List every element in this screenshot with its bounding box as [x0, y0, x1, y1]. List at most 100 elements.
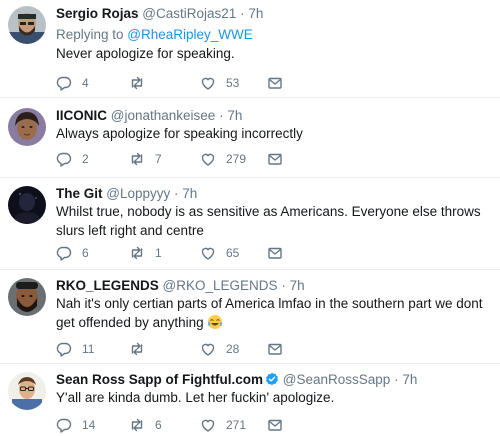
user-handle[interactable]: @Loppyyy: [106, 186, 170, 201]
tweet-text-content: Nah it's only certian parts of America l…: [56, 296, 483, 330]
reply-button[interactable]: 2: [56, 151, 89, 167]
tweet-actions: 4 53: [56, 75, 486, 91]
like-button[interactable]: 65: [200, 245, 239, 261]
replying-to-link[interactable]: @RheaRipley_WWE: [127, 27, 253, 42]
retweet-icon: [131, 342, 143, 356]
separator-dot: ·: [219, 108, 224, 123]
heart-icon: [201, 77, 215, 90]
verified-badge-icon: [266, 372, 278, 386]
avatar[interactable]: [8, 6, 46, 44]
like-count: 28: [226, 342, 240, 356]
reply-count: 14: [82, 418, 96, 432]
separator-dot: ·: [240, 6, 245, 21]
avatar-photo-icon: [8, 186, 46, 224]
reply-icon: [56, 418, 72, 433]
reply-button[interactable]: 6: [56, 245, 89, 261]
display-name[interactable]: RKO_LEGENDS: [56, 278, 159, 293]
avatar-photo-icon: [8, 108, 46, 146]
user-handle[interactable]: @SeanRossSapp: [283, 372, 391, 387]
tweet-actions: 2 7 279: [56, 151, 486, 167]
avatar-photo-icon: [8, 6, 46, 44]
tweet[interactable]: Sergio Rojas @CastiRojas21 · 7h Replying…: [0, 0, 500, 98]
retweet-icon: [131, 418, 143, 432]
direct-message-button[interactable]: [267, 151, 283, 167]
retweet-button[interactable]: 1: [129, 245, 162, 261]
tweet[interactable]: The Git @Loppyyy · 7h Whilst true, nobod…: [0, 178, 500, 270]
tweet-text: Whilst true, nobody is as sensitive as A…: [56, 204, 481, 238]
avatar[interactable]: [8, 108, 46, 146]
avatar[interactable]: [8, 278, 46, 316]
tweet-text: Y'all are kinda dumb. Let her fuckin' ap…: [56, 390, 335, 405]
separator-dot: ·: [394, 372, 399, 387]
user-handle[interactable]: @CastiRojas21: [142, 6, 236, 21]
retweet-count: 1: [155, 246, 162, 260]
timestamp[interactable]: 7h: [402, 372, 417, 387]
retweet-button[interactable]: [129, 75, 155, 91]
like-button[interactable]: 28: [200, 341, 239, 357]
reply-icon: [56, 342, 72, 357]
tweet[interactable]: RKO_LEGENDS @RKO_LEGENDS · 7h Nah it's o…: [0, 270, 500, 364]
tweet-text: Never apologize for speaking.: [56, 46, 235, 61]
reply-count: 2: [82, 152, 89, 166]
direct-message-button[interactable]: [267, 75, 283, 91]
direct-message-button[interactable]: [267, 245, 283, 261]
direct-message-button[interactable]: [267, 341, 283, 357]
direct-message-button[interactable]: [267, 417, 283, 433]
like-count: 279: [226, 152, 247, 166]
tweet-actions: 14 6 271: [56, 417, 486, 433]
heart-icon: [201, 419, 215, 432]
retweet-icon: [131, 152, 143, 166]
reply-button[interactable]: 14: [56, 417, 95, 433]
retweet-button[interactable]: [129, 341, 155, 357]
retweet-icon: [131, 246, 143, 260]
timestamp[interactable]: 7h: [182, 186, 197, 201]
retweet-button[interactable]: 6: [129, 417, 162, 433]
avatar-photo-icon: [8, 372, 46, 410]
heart-icon: [201, 343, 215, 356]
replying-to: Replying to @RheaRipley_WWE: [56, 27, 253, 43]
envelope-icon: [268, 419, 282, 431]
reply-button[interactable]: 4: [56, 75, 89, 91]
reply-icon: [56, 76, 72, 91]
tweet-actions: 6 1 65: [56, 245, 486, 261]
user-handle[interactable]: @jonathankeisee: [111, 108, 216, 123]
reply-button[interactable]: 11: [56, 341, 94, 357]
retweet-count: 6: [155, 418, 162, 432]
timestamp[interactable]: 7h: [290, 278, 305, 293]
like-count: 65: [226, 246, 240, 260]
timestamp[interactable]: 7h: [227, 108, 242, 123]
tweet-actions: 11 28: [56, 341, 486, 357]
like-button[interactable]: 279: [200, 151, 246, 167]
retweet-button[interactable]: 7: [129, 151, 162, 167]
heart-icon: [201, 153, 215, 166]
reply-count: 4: [82, 76, 89, 90]
user-handle[interactable]: @RKO_LEGENDS: [163, 278, 278, 293]
like-button[interactable]: 53: [200, 75, 239, 91]
like-button[interactable]: 271: [200, 417, 246, 433]
display-name[interactable]: Sergio Rojas: [56, 6, 139, 21]
envelope-icon: [268, 247, 282, 259]
display-name[interactable]: IICONIC: [56, 108, 107, 123]
display-name[interactable]: The Git: [56, 186, 103, 201]
avatar-photo-icon: [8, 278, 46, 316]
timestamp[interactable]: 7h: [248, 6, 263, 21]
replying-prefix: Replying to: [56, 27, 128, 42]
avatar[interactable]: [8, 372, 46, 410]
envelope-icon: [268, 77, 282, 89]
envelope-icon: [268, 343, 282, 355]
retweet-count: 7: [155, 152, 162, 166]
tweet-text: Nah it's only certian parts of America l…: [56, 295, 488, 332]
reply-count: 11: [82, 342, 95, 356]
tweet-text: Always apologize for speaking incorrectl…: [56, 126, 303, 141]
separator-dot: ·: [281, 278, 286, 293]
avatar[interactable]: [8, 186, 46, 224]
reply-count: 6: [82, 246, 89, 260]
like-count: 53: [226, 76, 240, 90]
retweet-icon: [131, 76, 143, 90]
reply-icon: [56, 152, 72, 167]
tweet[interactable]: IICONIC @jonathankeisee · 7h Always apol…: [0, 98, 500, 178]
display-name[interactable]: Sean Ross Sapp of Fightful.com: [56, 372, 263, 387]
tweet[interactable]: Sean Ross Sapp of Fightful.com @SeanRoss…: [0, 364, 500, 436]
like-count: 271: [226, 418, 247, 432]
heart-icon: [201, 247, 215, 260]
